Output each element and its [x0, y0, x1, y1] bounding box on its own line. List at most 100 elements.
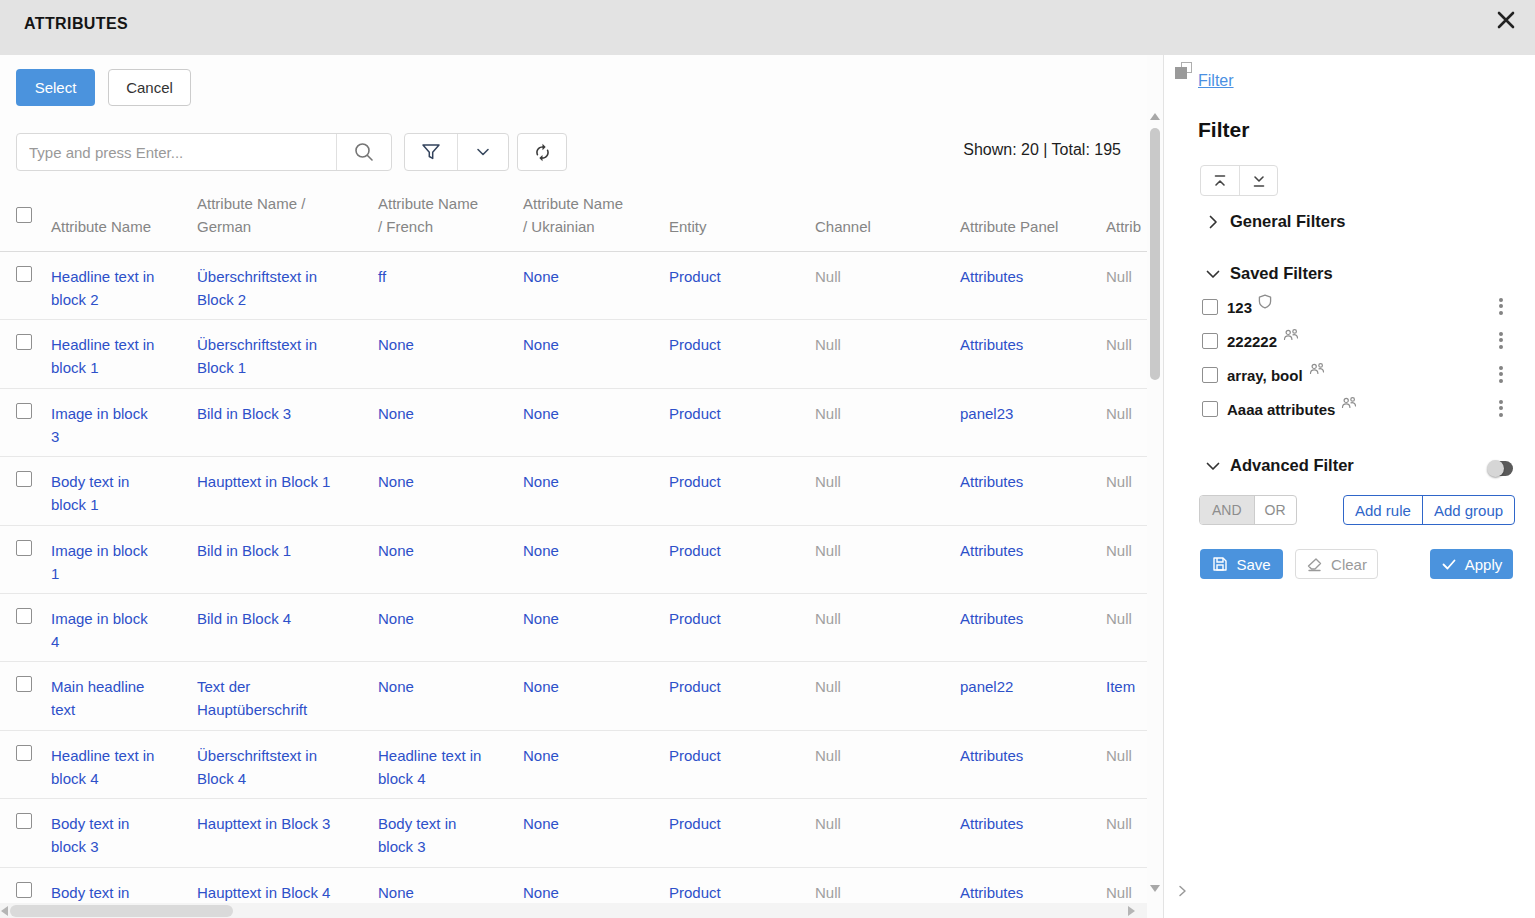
column-header[interactable]: Channel: [815, 215, 960, 251]
kebab-menu-icon[interactable]: [1499, 332, 1503, 349]
cell-french[interactable]: None: [378, 320, 523, 356]
cell-german[interactable]: Haupttext in Block 1: [197, 457, 378, 493]
cell-name[interactable]: Image in block 1: [51, 526, 197, 585]
column-header[interactable]: Attribute Name / Ukrainian: [523, 192, 669, 251]
general-filters-section[interactable]: General Filters: [1205, 212, 1346, 231]
cell-entity[interactable]: Product: [669, 799, 815, 835]
cell-panel[interactable]: Attributes: [960, 799, 1106, 835]
cell-french[interactable]: ff: [378, 252, 523, 288]
saved-filter-label[interactable]: 123: [1227, 299, 1252, 316]
cell-panel[interactable]: Attributes: [960, 868, 1106, 904]
apply-button[interactable]: Apply: [1430, 549, 1513, 579]
add-group-button[interactable]: Add group: [1422, 496, 1514, 524]
column-header[interactable]: Attribute Name: [51, 215, 197, 251]
row-checkbox[interactable]: [16, 745, 32, 761]
cell-name[interactable]: Headline text in block 4: [51, 731, 197, 790]
cell-name[interactable]: Body text in block 3: [51, 799, 197, 858]
refresh-button[interactable]: [517, 133, 567, 171]
kebab-menu-icon[interactable]: [1499, 298, 1503, 315]
cell-entity[interactable]: Product: [669, 526, 815, 562]
select-all-checkbox[interactable]: [16, 207, 32, 223]
expand-all-button[interactable]: [1239, 166, 1277, 195]
add-rule-button[interactable]: Add rule: [1344, 496, 1422, 524]
column-header[interactable]: Attribute Name / German: [197, 192, 378, 251]
saved-filter-label[interactable]: Aaaa attributes: [1227, 401, 1335, 418]
advanced-filter-toggle[interactable]: [1488, 461, 1513, 476]
cell-ukrainian[interactable]: None: [523, 252, 669, 288]
row-checkbox[interactable]: [16, 676, 32, 692]
saved-filter-checkbox[interactable]: [1202, 367, 1218, 383]
cell-panel[interactable]: Attributes: [960, 457, 1106, 493]
cell-german[interactable]: Text der Hauptüberschrift: [197, 662, 378, 721]
row-checkbox[interactable]: [16, 334, 32, 350]
clear-button[interactable]: Clear: [1295, 549, 1378, 579]
cell-ukrainian[interactable]: None: [523, 526, 669, 562]
column-header[interactable]: Attribute Panel: [960, 215, 1106, 251]
cell-german[interactable]: Überschriftstext in Block 1: [197, 320, 378, 379]
close-icon[interactable]: [1495, 9, 1517, 31]
cell-panel[interactable]: Attributes: [960, 526, 1106, 562]
cell-french[interactable]: None: [378, 526, 523, 562]
cell-entity[interactable]: Product: [669, 731, 815, 767]
saved-filter-label[interactable]: 222222: [1227, 333, 1277, 350]
cell-entity[interactable]: Product: [669, 457, 815, 493]
cell-french[interactable]: None: [378, 662, 523, 698]
cell-ukrainian[interactable]: None: [523, 731, 669, 767]
cell-german[interactable]: Bild in Block 4: [197, 594, 378, 630]
cell-ukrainian[interactable]: None: [523, 457, 669, 493]
cell-name[interactable]: Main headline text: [51, 662, 197, 721]
cell-entity[interactable]: Product: [669, 320, 815, 356]
cell-ukrainian[interactable]: None: [523, 868, 669, 904]
vertical-scrollbar[interactable]: [1147, 55, 1163, 918]
cell-panel[interactable]: Attributes: [960, 320, 1106, 356]
horizontal-scrollbar[interactable]: [0, 903, 1147, 918]
saved-filter-checkbox[interactable]: [1202, 401, 1218, 417]
cell-name[interactable]: Headline text in block 1: [51, 320, 197, 379]
row-checkbox[interactable]: [16, 608, 32, 624]
search-input[interactable]: [17, 134, 336, 170]
filter-button[interactable]: [405, 134, 457, 170]
or-button[interactable]: OR: [1254, 496, 1296, 524]
cell-german[interactable]: Haupttext in Block 4: [197, 868, 378, 904]
cell-ukrainian[interactable]: None: [523, 662, 669, 698]
cell-panel[interactable]: panel23: [960, 389, 1106, 425]
cell-name[interactable]: Body text in block 1: [51, 457, 197, 516]
filter-dropdown-button[interactable]: [457, 134, 509, 170]
cell-german[interactable]: Bild in Block 1: [197, 526, 378, 562]
collapse-all-button[interactable]: [1201, 166, 1239, 195]
cell-panel[interactable]: panel22: [960, 662, 1106, 698]
cell-entity[interactable]: Product: [669, 594, 815, 630]
kebab-menu-icon[interactable]: [1499, 366, 1503, 383]
cancel-button[interactable]: Cancel: [108, 69, 191, 106]
cell-entity[interactable]: Product: [669, 662, 815, 698]
search-button[interactable]: [336, 134, 391, 170]
cell-french[interactable]: Headline text in block 4: [378, 731, 523, 790]
cell-german[interactable]: Haupttext in Block 3: [197, 799, 378, 835]
row-checkbox[interactable]: [16, 882, 32, 898]
select-button[interactable]: Select: [16, 69, 95, 106]
saved-filter-checkbox[interactable]: [1202, 299, 1218, 315]
cell-french[interactable]: None: [378, 594, 523, 630]
row-checkbox[interactable]: [16, 403, 32, 419]
row-checkbox[interactable]: [16, 540, 32, 556]
cell-name[interactable]: Image in block 3: [51, 389, 197, 448]
column-header[interactable]: Attribute Name / French: [378, 192, 523, 251]
cell-french[interactable]: None: [378, 457, 523, 493]
cell-ukrainian[interactable]: None: [523, 389, 669, 425]
saved-filter-checkbox[interactable]: [1202, 333, 1218, 349]
cell-german[interactable]: Bild in Block 3: [197, 389, 378, 425]
sidebar-collapse-chevron[interactable]: [1175, 884, 1189, 902]
cell-french[interactable]: None: [378, 868, 523, 904]
column-header[interactable]: Attrib: [1106, 215, 1147, 251]
column-header[interactable]: Entity: [669, 215, 815, 251]
cell-french[interactable]: Body text in block 3: [378, 799, 523, 858]
kebab-menu-icon[interactable]: [1499, 400, 1503, 417]
cell-panel[interactable]: Attributes: [960, 731, 1106, 767]
saved-filter-label[interactable]: array, bool: [1227, 367, 1303, 384]
and-button[interactable]: AND: [1200, 496, 1254, 524]
row-checkbox[interactable]: [16, 813, 32, 829]
cell-panel[interactable]: Attributes: [960, 252, 1106, 288]
cell-ukrainian[interactable]: None: [523, 799, 669, 835]
cell-french[interactable]: None: [378, 389, 523, 425]
cell-ukrainian[interactable]: None: [523, 320, 669, 356]
